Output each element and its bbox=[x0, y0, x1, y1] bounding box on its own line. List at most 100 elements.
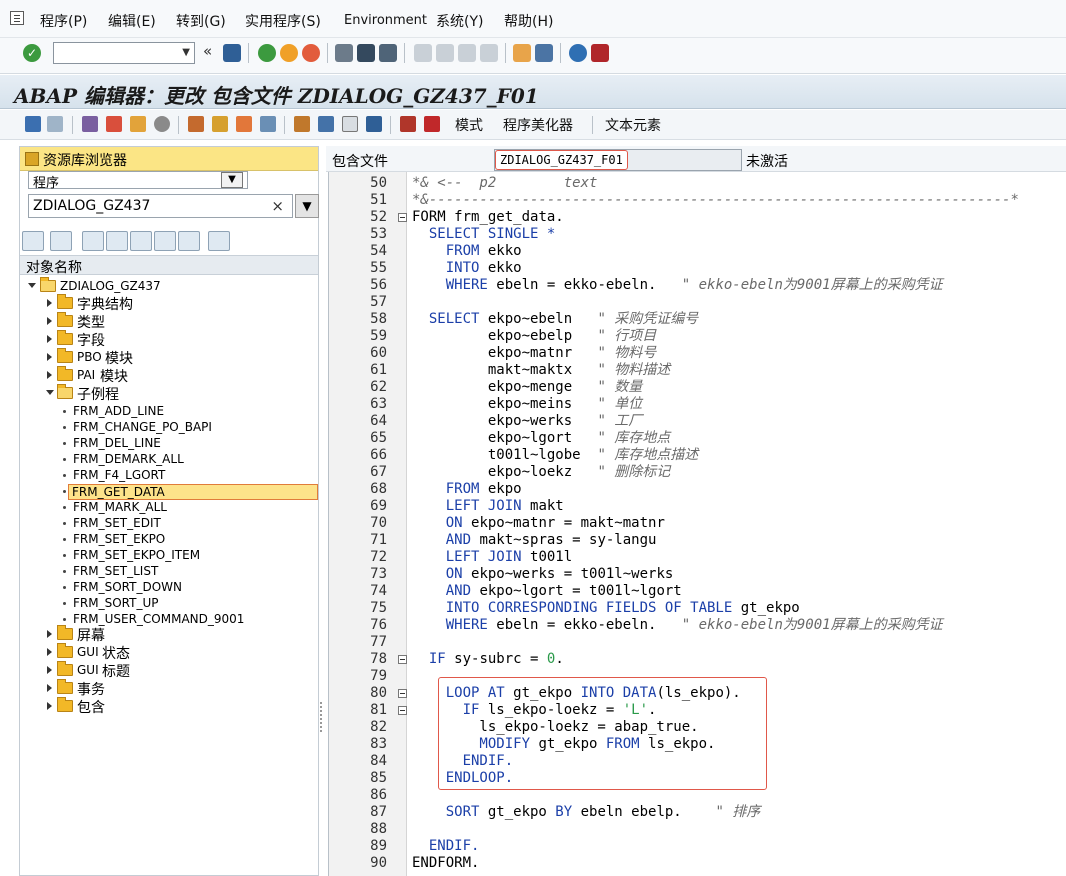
fold-toggle-icon[interactable] bbox=[398, 655, 407, 664]
menu-item-edit[interactable]: 编辑(E) bbox=[108, 11, 156, 31]
tree-node-gui-title[interactable]: GUI 标题 bbox=[20, 661, 318, 680]
print-icon[interactable] bbox=[335, 44, 353, 62]
enter-icon[interactable]: ✓ bbox=[23, 44, 41, 62]
code-line[interactable]: *&--------------------------------------… bbox=[412, 192, 1019, 209]
last-page-icon[interactable] bbox=[480, 44, 498, 62]
tree-node-dictionary-structures[interactable]: 字典结构 bbox=[20, 294, 318, 313]
text-elements-button[interactable]: 文本元素 bbox=[605, 115, 661, 135]
expand-arrow-icon[interactable] bbox=[47, 353, 52, 361]
shortcut-icon[interactable] bbox=[535, 44, 553, 62]
code-line[interactable]: WHERE ebeln = ekko-ebeln. " ekko-ebeln为9… bbox=[412, 277, 943, 294]
tree-root[interactable]: ZDIALOG_GZ437 bbox=[20, 277, 318, 295]
favorites-icon[interactable] bbox=[178, 231, 200, 251]
code-line[interactable]: IF sy-subrc = 0. bbox=[412, 651, 564, 668]
next-page-icon[interactable] bbox=[458, 44, 476, 62]
command-field[interactable]: ▼ bbox=[53, 42, 195, 64]
code-line[interactable]: FROM ekpo bbox=[412, 481, 522, 498]
code-line[interactable]: INTO ekko bbox=[412, 260, 522, 277]
code-line[interactable]: ekpo~lgort " 库存地点 bbox=[412, 430, 670, 447]
new-session-icon[interactable] bbox=[513, 44, 531, 62]
code-line[interactable]: *& <-- p2 text bbox=[412, 175, 597, 192]
window-menu-icon[interactable] bbox=[10, 11, 24, 25]
code-line[interactable]: ekpo~meins " 单位 bbox=[412, 396, 642, 413]
object-type-select[interactable]: 程序 ▼ bbox=[28, 171, 248, 191]
repository-browser-header[interactable]: 资源库浏览器 bbox=[20, 147, 318, 171]
session-breakpoint-icon[interactable] bbox=[424, 116, 440, 132]
code-line[interactable]: ekpo~loekz " 删除标记 bbox=[412, 464, 670, 481]
subroutine-item[interactable]: FRM_USER_COMMAND_9001 bbox=[20, 610, 318, 628]
code-editor[interactable]: 50 51 52 53 54 55 56 57 58 59 60 61 62 63 64 65 66 67 68 69… bbox=[328, 172, 1066, 876]
code-line[interactable]: AND ekpo~lgort = t001l~lgort bbox=[412, 583, 682, 600]
hierarchy-icon[interactable] bbox=[294, 116, 310, 132]
menu-item-program[interactable]: 程序(P) bbox=[40, 11, 87, 31]
code-line[interactable]: LEFT JOIN makt bbox=[412, 498, 564, 515]
object-name-input[interactable]: ZDIALOG_GZ437 × bbox=[28, 194, 293, 218]
code-line[interactable]: ENDLOOP. bbox=[412, 770, 513, 787]
expand-arrow-icon[interactable] bbox=[47, 702, 52, 710]
find-next-icon[interactable] bbox=[379, 44, 397, 62]
code-line[interactable]: ekpo~werks " 工厂 bbox=[412, 413, 642, 430]
panel-splitter[interactable] bbox=[319, 146, 324, 876]
expand-arrow-icon[interactable] bbox=[47, 684, 52, 692]
code-line[interactable]: ls_ekpo-loekz = abap_true. bbox=[412, 719, 698, 736]
tree-node-gui-status[interactable]: GUI 状态 bbox=[20, 643, 318, 662]
back-arrow-icon[interactable] bbox=[25, 116, 41, 132]
first-page-icon[interactable] bbox=[414, 44, 432, 62]
expand-arrow-icon[interactable] bbox=[47, 371, 52, 379]
code-line[interactable]: ENDIF. bbox=[412, 838, 480, 855]
code-line[interactable]: INTO CORRESPONDING FIELDS OF TABLE gt_ek… bbox=[412, 600, 800, 617]
chevron-down-icon[interactable]: ▼ bbox=[221, 172, 243, 188]
chevron-down-icon[interactable]: ▼ bbox=[182, 47, 190, 58]
find-icon[interactable] bbox=[357, 44, 375, 62]
menu-item-system[interactable]: 系统(Y) bbox=[436, 11, 483, 31]
menu-item-goto[interactable]: 转到(G) bbox=[176, 11, 226, 31]
tree-node-includes[interactable]: 包含 bbox=[20, 697, 318, 716]
activate-icon[interactable] bbox=[188, 116, 204, 132]
previous-object-icon[interactable] bbox=[22, 231, 44, 251]
pattern-icon[interactable] bbox=[318, 116, 334, 132]
expand-all-icon[interactable] bbox=[82, 231, 104, 251]
tree-node-types[interactable]: 类型 bbox=[20, 312, 318, 331]
cancel-icon[interactable] bbox=[302, 44, 320, 62]
code-line[interactable]: ekpo~ebelp " 行项目 bbox=[412, 328, 656, 345]
code-line[interactable]: ON ekpo~werks = t001l~werks bbox=[412, 566, 674, 583]
code-line[interactable]: AND makt~spras = sy-langu bbox=[412, 532, 657, 549]
next-object-icon[interactable] bbox=[50, 231, 72, 251]
code-line[interactable]: ON ekpo~matnr = makt~matnr bbox=[412, 515, 665, 532]
expand-arrow-icon[interactable] bbox=[47, 648, 52, 656]
code-line[interactable]: LEFT JOIN t001l bbox=[412, 549, 572, 566]
info-icon[interactable] bbox=[366, 116, 382, 132]
code-line[interactable]: IF ls_ekpo-loekz = 'L'. bbox=[412, 702, 657, 719]
other-object-icon[interactable] bbox=[130, 116, 146, 132]
clear-icon[interactable]: × bbox=[271, 197, 284, 215]
code-line[interactable]: MODIFY gt_ekpo FROM ls_ekpo. bbox=[412, 736, 715, 753]
exit-icon[interactable] bbox=[280, 44, 298, 62]
code-line[interactable]: LOOP AT gt_ekpo INTO DATA(ls_ekpo). bbox=[412, 685, 741, 702]
tree-node-subroutines[interactable]: 子例程 bbox=[20, 384, 318, 403]
display-change-icon[interactable] bbox=[82, 116, 98, 132]
code-line[interactable]: t001l~lgobe " 库存地点描述 bbox=[412, 447, 698, 464]
code-line[interactable]: ENDIF. bbox=[412, 753, 514, 770]
menu-item-environment[interactable]: Environment bbox=[344, 13, 427, 28]
test-icon[interactable] bbox=[212, 116, 228, 132]
collapse-all-icon[interactable] bbox=[106, 231, 128, 251]
hierarchy-icon[interactable] bbox=[154, 231, 176, 251]
active-inactive-icon[interactable] bbox=[106, 116, 122, 132]
code-line[interactable]: SELECT SINGLE * bbox=[412, 226, 555, 243]
expand-arrow-icon[interactable] bbox=[47, 630, 52, 638]
back-icon[interactable] bbox=[258, 44, 276, 62]
tree-node-fields[interactable]: 字段 bbox=[20, 330, 318, 349]
code-line[interactable]: SORT gt_ekpo BY ebeln ebelp. " 排序 bbox=[412, 804, 761, 821]
code-line[interactable]: ekpo~matnr " 物料号 bbox=[412, 345, 656, 362]
code-line[interactable]: FORM frm_get_data. bbox=[412, 209, 564, 226]
code-line[interactable]: ENDFORM. bbox=[412, 855, 479, 872]
expand-arrow-icon[interactable] bbox=[47, 299, 52, 307]
refresh-icon[interactable] bbox=[208, 231, 230, 251]
code-line[interactable]: WHERE ebeln = ekko-ebeln. " ekko-ebeln为9… bbox=[412, 617, 943, 634]
tree-node-pai-modules[interactable]: PAI 模块 bbox=[20, 366, 318, 385]
breakpoint-icon[interactable] bbox=[400, 116, 416, 132]
forward-arrow-icon[interactable] bbox=[47, 116, 63, 132]
customize-icon[interactable] bbox=[591, 44, 609, 62]
expand-arrow-icon[interactable] bbox=[47, 666, 52, 674]
collapse-icon[interactable]: « bbox=[203, 42, 212, 60]
